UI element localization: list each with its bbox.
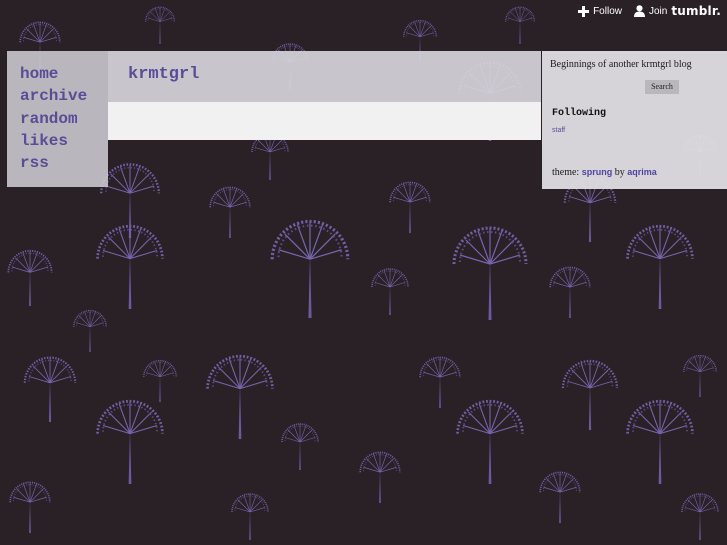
tumblr-logo: tumblr.: [671, 4, 721, 18]
blog-header: krmtgrl: [108, 51, 541, 102]
theme-prefix: theme:: [552, 167, 580, 178]
nav-item-rss[interactable]: rss: [20, 152, 108, 174]
theme-by: by: [614, 167, 625, 178]
follow-button[interactable]: Follow: [578, 5, 622, 17]
join-label: Join: [648, 5, 668, 17]
join-tumblr-button[interactable]: Join tumblr.: [633, 4, 721, 18]
sidebar: Beginnings of another krmtgrl blog Searc…: [542, 51, 727, 189]
following-heading: Following: [552, 108, 607, 119]
main-content: krmtgrl: [108, 51, 541, 140]
posts-area: [108, 102, 541, 140]
blog-title[interactable]: krmtgrl: [128, 65, 199, 84]
person-icon: [633, 5, 645, 17]
blog-description: Beginnings of another krmtgrl blog: [550, 59, 692, 70]
theme-name-link[interactable]: sprung: [582, 167, 613, 177]
tumblr-controls: Follow Join tumblr.: [578, 4, 721, 18]
search-button[interactable]: Search: [645, 80, 679, 94]
theme-author-link[interactable]: aqrima: [627, 167, 657, 177]
nav-item-archive[interactable]: archive: [20, 85, 108, 107]
nav-item-random[interactable]: random: [20, 108, 108, 130]
plus-icon: [578, 5, 590, 17]
following-user-link[interactable]: staff: [552, 127, 565, 134]
blog-navigation: home archive random likes rss: [7, 51, 108, 187]
follow-label: Follow: [593, 5, 622, 17]
nav-item-likes[interactable]: likes: [20, 130, 108, 152]
nav-item-home[interactable]: home: [20, 63, 108, 85]
theme-credit: theme: sprung by aqrima: [552, 167, 657, 178]
